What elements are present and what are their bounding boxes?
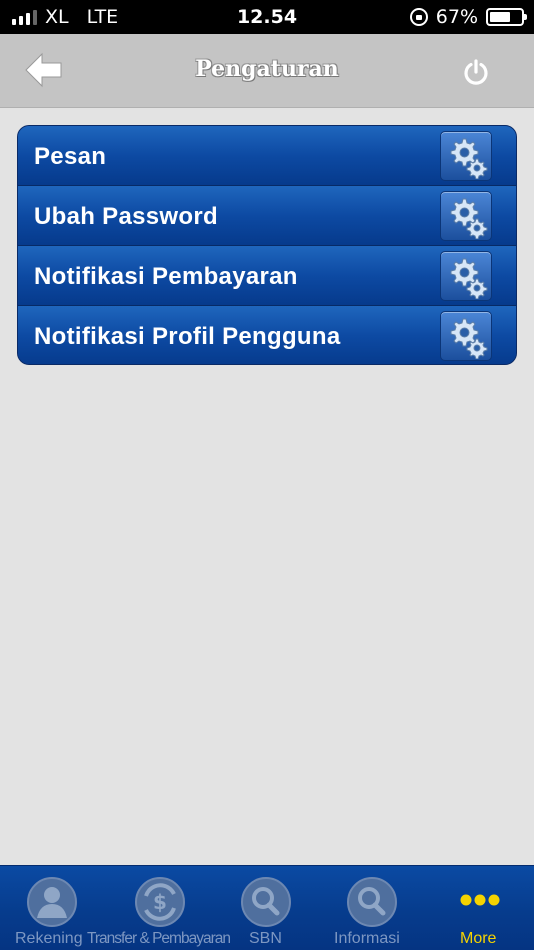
battery-icon (486, 8, 527, 26)
tab-label: More (460, 930, 497, 947)
gear-icon (450, 318, 488, 359)
power-icon (464, 59, 488, 85)
tab-sbn[interactable]: SBN (238, 866, 298, 950)
dollar-transfer-icon: $ (135, 877, 185, 927)
settings-gear-button[interactable] (440, 191, 492, 241)
search-icon (241, 877, 291, 927)
app-header: Pengaturan (0, 34, 534, 108)
menu-item-notifikasi-pembayaran[interactable]: Notifikasi Pembayaran (18, 246, 516, 306)
menu-item-ubah-password[interactable]: Ubah Password (18, 186, 516, 246)
battery-percent: 67% (435, 6, 478, 28)
tab-label: Rekening (15, 930, 83, 947)
tab-label: Transfer & Pembayaran (87, 930, 231, 947)
menu-item-label: Ubah Password (34, 203, 218, 230)
tab-label: Informasi (334, 930, 400, 947)
tab-label: SBN (249, 930, 282, 947)
info-search-icon (347, 877, 397, 927)
more-dots-icon (460, 894, 500, 906)
account-user-icon (27, 877, 77, 927)
tab-more[interactable]: More (448, 866, 512, 950)
menu-item-label: Notifikasi Profil Pengguna (34, 323, 341, 350)
menu-item-pesan[interactable]: Pesan (18, 126, 516, 186)
menu-item-notifikasi-profil-pengguna[interactable]: Notifikasi Profil Pengguna (18, 306, 516, 364)
status-bar: XL LTE 12.54 67% (0, 0, 534, 34)
gear-icon (450, 258, 488, 299)
svg-text:$: $ (153, 890, 167, 914)
settings-gear-button[interactable] (440, 251, 492, 301)
rotation-lock-icon (409, 8, 428, 26)
tab-informasi[interactable]: Informasi (330, 866, 416, 950)
settings-menu: Pesan Ubah Password Notifikasi Pembayara… (17, 125, 517, 365)
logout-button[interactable] (462, 58, 490, 86)
tab-transfer-pembayaran[interactable]: $ Transfer & Pembayaran (87, 866, 238, 950)
status-right: 67% (409, 6, 527, 28)
gear-icon (450, 138, 488, 179)
menu-item-label: Pesan (34, 143, 107, 170)
page-title: Pengaturan (195, 56, 339, 82)
menu-item-label: Notifikasi Pembayaran (34, 263, 298, 290)
settings-gear-button[interactable] (440, 131, 492, 181)
bottom-tab-bar: Rekening $ Transfer & Pembayaran SBN Inf… (0, 865, 534, 950)
tab-rekening[interactable]: Rekening (0, 866, 92, 950)
gear-icon (450, 198, 488, 239)
settings-gear-button[interactable] (440, 311, 492, 361)
